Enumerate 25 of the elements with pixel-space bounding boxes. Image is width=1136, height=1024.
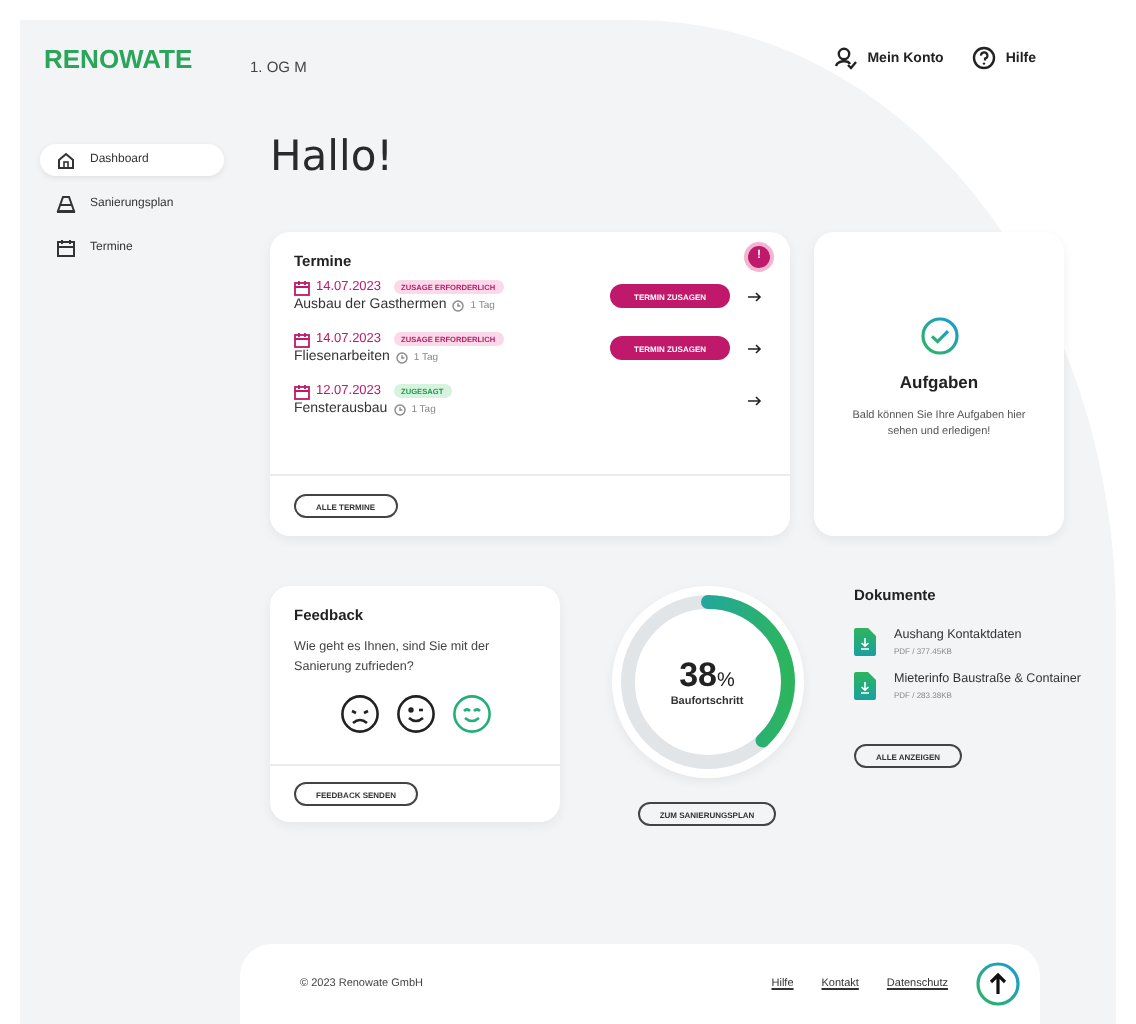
scroll-up-icon[interactable] xyxy=(976,962,1020,1006)
winking-face-icon[interactable] xyxy=(395,694,435,735)
arrow-right-icon xyxy=(748,395,762,405)
traffic-cone-icon xyxy=(56,194,76,214)
home-icon xyxy=(56,150,76,170)
help-icon xyxy=(971,46,996,70)
calendar-icon xyxy=(294,331,310,347)
person-icon xyxy=(833,46,858,70)
arrow-right-icon xyxy=(748,291,762,301)
clock-icon xyxy=(452,299,465,311)
download-file-icon xyxy=(854,628,876,656)
progress-percent: 38 xyxy=(679,656,717,694)
sad-face-icon[interactable] xyxy=(339,694,379,735)
download-file-icon xyxy=(854,672,876,700)
clock-icon xyxy=(395,351,408,363)
calendar-icon xyxy=(56,238,76,258)
percent-sign: % xyxy=(717,670,735,692)
clock-icon xyxy=(393,403,406,415)
check-circle-icon xyxy=(919,316,959,356)
greeting-heading: Hallo! xyxy=(270,132,396,184)
arrow-right-icon xyxy=(748,343,762,353)
smiling-face-icon[interactable] xyxy=(451,694,491,735)
calendar-icon xyxy=(294,279,310,295)
calendar-icon xyxy=(294,383,310,399)
card-title: Aufgaben xyxy=(899,372,979,392)
